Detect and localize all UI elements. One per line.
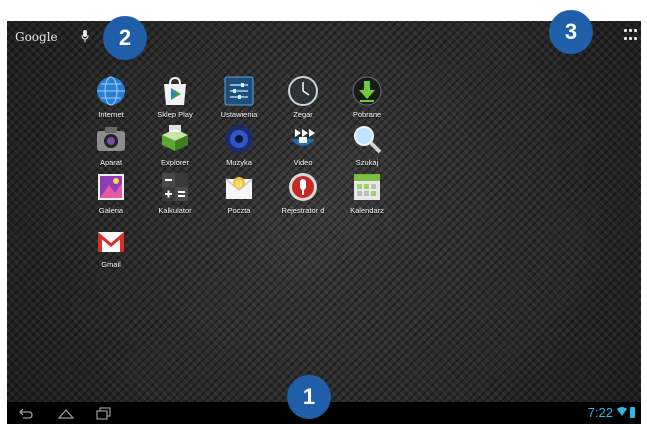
music-icon (223, 123, 255, 155)
app-internet[interactable]: Internet (81, 75, 141, 119)
home-icon[interactable] (57, 406, 75, 420)
gallery-icon (95, 171, 127, 203)
svg-text:@: @ (235, 179, 243, 188)
app-ustawienia[interactable]: Ustawienia (209, 75, 269, 119)
app-szukaj[interactable]: Szukaj (337, 123, 397, 167)
app-label: Kalkulator (158, 206, 192, 215)
wifi-icon (617, 407, 627, 416)
mail-icon: @ (223, 171, 255, 203)
app-gmail[interactable]: Gmail (81, 225, 141, 269)
file-explorer-icon (159, 123, 191, 155)
calculator-icon (159, 171, 191, 203)
app-label: Ustawienia (220, 110, 258, 119)
back-icon[interactable] (17, 406, 35, 420)
app-label: Zegar (293, 110, 313, 119)
gmail-icon (95, 225, 127, 257)
app-label: Rejestrator d (281, 206, 325, 215)
clock-icon (287, 75, 319, 107)
callout-badge-3: 3 (549, 10, 593, 54)
app-label: Szukaj (355, 158, 379, 167)
callout-badge-2: 2 (103, 16, 147, 60)
app-explorer[interactable]: Explorer (145, 123, 205, 167)
app-aparat[interactable]: Aparat (81, 123, 141, 167)
app-label: Video (293, 158, 313, 167)
app-label: Poczta (227, 206, 251, 215)
google-search-label[interactable]: Google (15, 30, 58, 44)
app-label: Aparat (99, 158, 123, 167)
app-video[interactable]: Video (273, 123, 333, 167)
app-label: Sklep Play (157, 110, 193, 119)
app-label: Explorer (161, 158, 189, 167)
app-zegar[interactable]: Zegar (273, 75, 333, 119)
settings-icon (223, 75, 255, 107)
app-label: Gmail (101, 260, 121, 269)
voice-recorder-icon (287, 171, 319, 203)
app-label: Kalendarz (350, 206, 384, 215)
app-label: Galeria (98, 206, 124, 215)
app-sklep-play[interactable]: Sklep Play (145, 75, 205, 119)
calendar-icon (351, 171, 383, 203)
app-muzyka[interactable]: Muzyka (209, 123, 269, 167)
app-rejestrator[interactable]: Rejestrator d (273, 171, 333, 215)
play-store-icon (159, 75, 191, 107)
battery-icon (630, 407, 635, 418)
app-pobrane[interactable]: Pobrane (337, 75, 397, 119)
app-kalendarz[interactable]: Kalendarz (337, 171, 397, 215)
microphone-icon[interactable] (81, 30, 89, 42)
download-icon (351, 75, 383, 107)
status-clock: 7:22 (587, 405, 613, 420)
home-screen: Google Internet Sklep Play Ustawienia Ze… (7, 21, 641, 424)
app-label: Internet (98, 110, 124, 119)
app-label: Pobrane (352, 110, 382, 119)
all-apps-grid-icon[interactable] (624, 29, 638, 43)
video-icon (287, 123, 319, 155)
app-poczta[interactable]: @ Poczta (209, 171, 269, 215)
globe-icon (95, 75, 127, 107)
callout-badge-1: 1 (287, 375, 331, 419)
recent-apps-icon[interactable] (95, 406, 113, 420)
app-galeria[interactable]: Galeria (81, 171, 141, 215)
search-icon (351, 123, 383, 155)
app-label: Muzyka (226, 158, 252, 167)
app-kalkulator[interactable]: Kalkulator (145, 171, 205, 215)
camera-icon (95, 123, 127, 155)
